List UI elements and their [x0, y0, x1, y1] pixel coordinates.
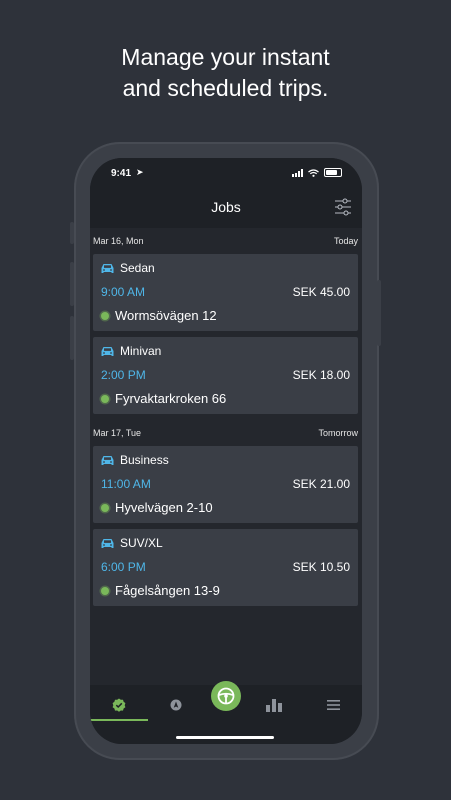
trip-time: 11:00 AM	[101, 477, 151, 491]
section-relative-day: Today	[333, 236, 358, 246]
section-relative-day: Tomorrow	[318, 428, 358, 438]
vehicle-type: Minivan	[120, 344, 162, 358]
cellular-signal-icon	[292, 168, 303, 177]
steering-wheel-icon	[217, 687, 235, 705]
phone-screen: 9:41 ➤ Jobs Mar 16, Mon Today Sedan 9:00…	[90, 158, 362, 744]
phone-mute-button	[70, 222, 74, 244]
pickup-address: Wormsövägen 12	[115, 308, 217, 323]
wifi-icon	[308, 168, 319, 177]
check-badge-icon	[112, 698, 126, 712]
pickup-address: Fyrvaktarkroken 66	[115, 391, 227, 406]
vehicle-type: SUV/XL	[120, 536, 163, 550]
trip-price: SEK 10.50	[292, 560, 350, 574]
phone-volume-down-button	[70, 316, 74, 360]
car-icon	[101, 263, 114, 273]
pickup-dot-icon	[101, 503, 109, 512]
navigation-bar: Jobs	[90, 190, 362, 228]
location-arrow-icon: ➤	[136, 167, 144, 177]
section-date: Mar 17, Tue	[93, 428, 142, 438]
vehicle-type: Business	[120, 453, 169, 467]
car-icon	[101, 346, 114, 356]
pickup-dot-icon	[101, 311, 109, 320]
pickup-address: Hyvelvägen 2-10	[115, 500, 213, 515]
car-icon	[101, 455, 114, 465]
car-icon	[101, 538, 114, 548]
filter-icon[interactable]	[334, 197, 352, 217]
pickup-dot-icon	[101, 586, 109, 595]
phone-volume-up-button	[70, 262, 74, 306]
trip-time: 2:00 PM	[101, 368, 146, 382]
job-card[interactable]: Business 11:00 AM SEK 21.00 Hyvelvägen 2…	[93, 446, 358, 523]
tab-drive[interactable]	[211, 681, 241, 711]
page-title: Jobs	[211, 199, 241, 215]
headline-line-1: Manage your instant	[121, 44, 330, 70]
pickup-dot-icon	[101, 394, 109, 403]
status-bar: 9:41 ➤	[90, 158, 362, 190]
tab-jobs[interactable]	[92, 691, 146, 719]
trip-time: 9:00 AM	[101, 285, 146, 299]
section-header: Mar 17, Tue Tomorrow	[90, 420, 362, 446]
jobs-list: Mar 16, Mon Today Sedan 9:00 AM SEK 45.0…	[90, 228, 362, 612]
headline-line-2: and scheduled trips.	[122, 75, 329, 101]
navigation-icon	[170, 699, 182, 711]
pickup-address: Fågelsången 13-9	[115, 583, 220, 598]
trip-time: 6:00 PM	[101, 560, 146, 574]
vehicle-type: Sedan	[120, 261, 155, 275]
trip-price: SEK 45.00	[292, 285, 350, 299]
trip-price: SEK 21.00	[292, 477, 350, 491]
status-icons	[292, 168, 342, 177]
section-date: Mar 16, Mon	[93, 236, 144, 246]
battery-icon	[324, 168, 342, 177]
home-indicator[interactable]	[176, 736, 274, 739]
tab-menu[interactable]	[306, 691, 360, 719]
trip-price: SEK 18.00	[292, 368, 350, 382]
section-header: Mar 16, Mon Today	[90, 228, 362, 254]
active-tab-indicator	[90, 719, 148, 721]
tab-bar	[90, 681, 362, 744]
tab-statistics[interactable]	[247, 691, 301, 719]
phone-power-button	[377, 280, 381, 346]
menu-icon	[326, 700, 340, 710]
bar-chart-icon	[266, 698, 282, 712]
status-time: 9:41	[111, 168, 132, 179]
marketing-headline: Manage your instant and scheduled trips.	[0, 42, 451, 104]
job-card[interactable]: Minivan 2:00 PM SEK 18.00 Fyrvaktarkroke…	[93, 337, 358, 414]
job-card[interactable]: SUV/XL 6:00 PM SEK 10.50 Fågelsången 13-…	[93, 529, 358, 606]
tab-navigation[interactable]	[149, 691, 203, 719]
job-card[interactable]: Sedan 9:00 AM SEK 45.00 Wormsövägen 12	[93, 254, 358, 331]
